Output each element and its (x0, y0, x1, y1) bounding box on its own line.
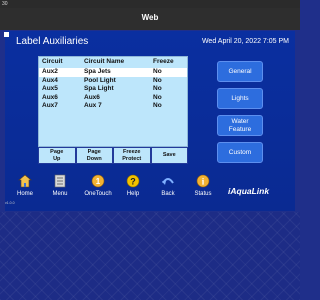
back-icon (162, 178, 174, 185)
nav-back[interactable]: Back (153, 171, 183, 203)
nav-help[interactable]: ? Help (118, 171, 148, 203)
window-title: Web (0, 8, 300, 30)
table-row[interactable]: Aux2 Spa Jets No (39, 68, 187, 77)
status-icon: i (196, 174, 210, 188)
svg-text:?: ? (130, 177, 136, 187)
row-freeze: No (153, 76, 162, 84)
nav-onetouch[interactable]: 1 OneTouch (83, 171, 113, 203)
row-circuit: Aux6 (42, 93, 58, 101)
nav-onetouch-label: OneTouch (84, 191, 112, 197)
table-row[interactable]: Aux4 Pool Light No (39, 77, 187, 86)
lights-button[interactable]: Lights (217, 88, 263, 109)
status-bar: 30 (0, 0, 300, 8)
row-freeze: No (153, 85, 162, 93)
table-row[interactable]: Aux5 Spa Light No (39, 85, 187, 94)
row-name: Aux 7 (84, 102, 102, 110)
aqualink-logo: iAquaLink (228, 186, 270, 196)
table-row[interactable]: Aux6 Aux6 No (39, 94, 187, 103)
nav-status[interactable]: i Status (188, 171, 218, 203)
table-button-bar: Page Up Page Down Freeze Protect Save (38, 147, 188, 164)
page-down-button[interactable]: Page Down (75, 147, 113, 164)
row-circuit: Aux5 (42, 85, 58, 93)
table-row[interactable]: Aux7 Aux 7 No (39, 102, 187, 111)
row-name: Pool Light (84, 76, 116, 84)
row-name: Spa Light (84, 85, 114, 93)
home-icon (18, 174, 32, 188)
row-freeze: No (153, 68, 162, 75)
freeze-protect-button[interactable]: Freeze Protect (113, 147, 151, 164)
onetouch-icon: 1 (91, 174, 105, 188)
row-circuit: Aux2 (42, 68, 58, 75)
nav-back-label: Back (161, 191, 175, 197)
page-title: Label Auxiliaries (16, 36, 89, 47)
nav-home-label: Home (16, 191, 33, 197)
row-circuit: Aux7 (42, 102, 58, 110)
row-name: Aux6 (84, 93, 100, 101)
general-button[interactable]: General (217, 61, 263, 82)
column-header-freeze: Freeze (153, 58, 174, 65)
panel-corner-box (4, 32, 9, 37)
nav-status-label: Status (194, 191, 212, 197)
svg-text:1: 1 (96, 177, 101, 186)
version-text: v1.0.0 (5, 201, 15, 205)
water-feature-button[interactable]: Water Feature (217, 115, 263, 136)
column-header-circuit-name: Circuit Name (84, 58, 125, 65)
help-icon: ? (126, 174, 140, 188)
row-freeze: No (153, 93, 162, 101)
save-button[interactable]: Save (150, 147, 188, 164)
status-time: 30 (2, 1, 8, 7)
nav-menu-label: Menu (52, 191, 68, 197)
nav-help-label: Help (126, 191, 140, 197)
custom-button[interactable]: Custom (217, 142, 263, 163)
background-pattern (0, 212, 300, 300)
row-freeze: No (153, 102, 162, 110)
page-up-button[interactable]: Page Up (38, 147, 76, 164)
menu-icon (54, 174, 66, 188)
column-header-circuit: Circuit (42, 58, 63, 65)
date-time: Wed April 20, 2022 7:05 PM (201, 38, 289, 45)
nav-menu[interactable]: Menu (45, 171, 75, 203)
row-circuit: Aux4 (42, 76, 58, 84)
nav-home[interactable]: Home (10, 171, 40, 203)
row-name: Spa Jets (84, 68, 111, 75)
auxiliaries-list: Circuit Circuit Name Freeze Aux2 Spa Jet… (38, 56, 188, 147)
